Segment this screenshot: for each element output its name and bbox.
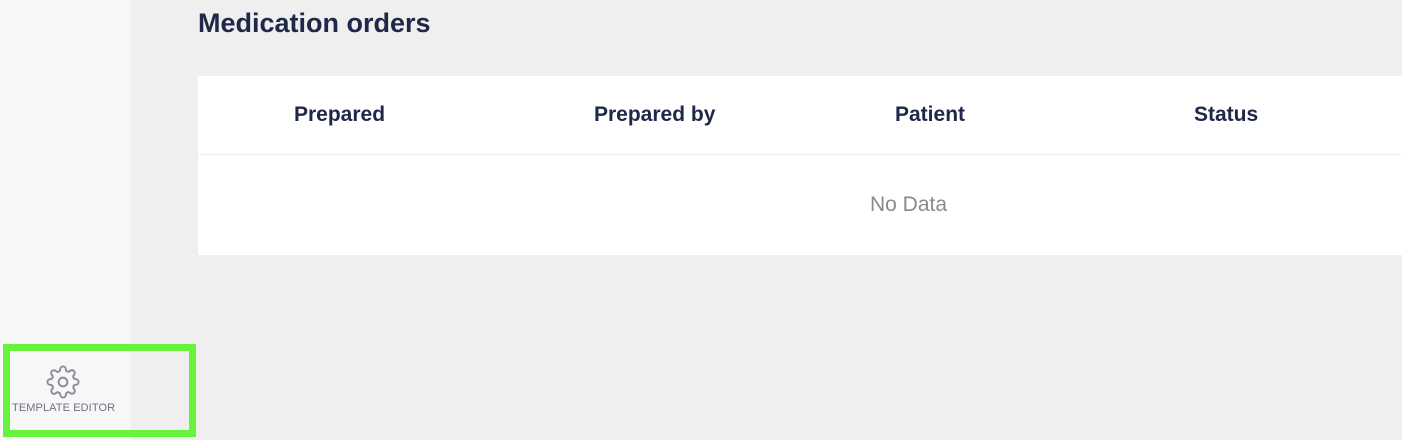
page-title: Medication orders	[198, 8, 431, 38]
medication-orders-table: Prepared Prepared by Patient Status	[198, 76, 1402, 255]
app-window: TEMPLATE EDITOR Medication orders Prepar…	[0, 0, 1402, 440]
column-header-prepared[interactable]: Prepared	[294, 103, 385, 127]
gear-icon	[46, 365, 80, 399]
column-header-prepared-by[interactable]: Prepared by	[594, 103, 715, 127]
column-header-status[interactable]: Status	[1194, 103, 1258, 127]
template-editor-button[interactable]: TEMPLATE EDITOR	[8, 349, 188, 433]
column-header-patient[interactable]: Patient	[895, 103, 965, 127]
template-editor-label: TEMPLATE EDITOR	[12, 402, 116, 414]
table-header: Prepared Prepared by Patient Status	[198, 76, 1402, 155]
